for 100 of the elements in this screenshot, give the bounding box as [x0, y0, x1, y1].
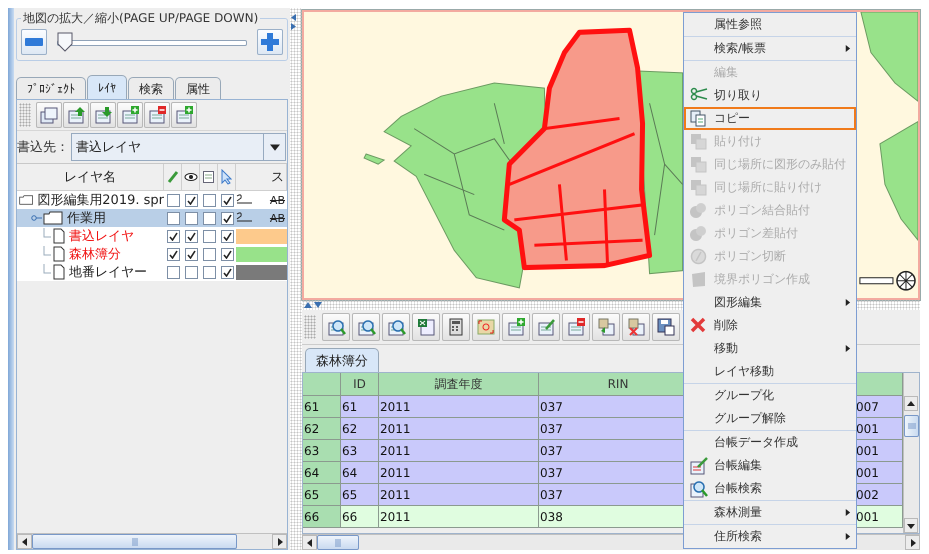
slider-thumb[interactable]: [56, 32, 73, 52]
table-cell: 2011: [379, 396, 539, 418]
checkbox[interactable]: [184, 230, 198, 242]
toolbar-button[interactable]: [144, 102, 170, 128]
checkbox[interactable]: [202, 248, 216, 260]
panel-tab[interactable]: ﾌﾟﾛｼﾞｪｸﾄ: [16, 77, 86, 99]
zoom-out-button[interactable]: [21, 29, 47, 55]
checkbox[interactable]: [184, 194, 198, 206]
toolbar-button[interactable]: [90, 102, 116, 128]
menu-item[interactable]: 検索/帳票: [684, 37, 856, 60]
menu-item[interactable]: コピー: [684, 107, 856, 130]
row-header[interactable]: 64: [303, 462, 341, 484]
panel-tab[interactable]: 属性: [175, 77, 221, 99]
folder-icon: [43, 211, 63, 225]
table-cell: 001: [855, 440, 903, 462]
menu-item[interactable]: 森林測量: [684, 501, 856, 524]
table-cell: 2011: [379, 506, 539, 528]
tree-line-icon: [43, 264, 51, 274]
table-cell: 001: [855, 462, 903, 484]
toolbar-button[interactable]: [502, 313, 530, 341]
checkbox[interactable]: [184, 266, 198, 278]
checkbox[interactable]: [166, 230, 180, 242]
checkbox[interactable]: [202, 194, 216, 206]
submenu-arrow-icon: [844, 299, 851, 306]
toolbar-button[interactable]: [412, 313, 440, 341]
toolbar-grip[interactable]: [304, 315, 316, 339]
scroll-right-icon: [908, 538, 916, 546]
toolbar-button[interactable]: [352, 313, 380, 341]
table-cell: 002: [855, 484, 903, 506]
scroll-thumb[interactable]: [317, 535, 359, 550]
menu-item[interactable]: 削除: [684, 314, 856, 337]
checkbox[interactable]: [220, 230, 234, 242]
tree-line-icon: [43, 228, 51, 238]
toolbar-button[interactable]: [652, 313, 680, 341]
table-cell: 2011: [379, 462, 539, 484]
row-header[interactable]: 66: [303, 506, 341, 528]
toolbar-button[interactable]: [442, 313, 470, 341]
toolbar-button[interactable]: [592, 313, 620, 341]
toolbar-button[interactable]: [117, 102, 143, 128]
pencil-icon: [166, 170, 178, 184]
table-tab[interactable]: 森林簿分: [305, 348, 379, 372]
label-sample: AB: [270, 194, 285, 206]
checkbox[interactable]: [220, 194, 234, 206]
checkbox[interactable]: [220, 248, 234, 260]
collapse-arrows-icon[interactable]: [291, 14, 297, 30]
scroll-thumb[interactable]: [32, 534, 237, 549]
scale-bar: [859, 277, 894, 284]
overlapping-circles-icon: [690, 202, 707, 219]
document-plus-icon: [174, 105, 194, 125]
checkbox[interactable]: [166, 248, 180, 260]
paste-icon: [690, 156, 707, 173]
toolbar-button[interactable]: [322, 313, 350, 341]
toolbar-button[interactable]: [63, 102, 89, 128]
vertical-scrollbar[interactable]: [903, 373, 919, 533]
checkbox[interactable]: [202, 212, 216, 224]
horizontal-scrollbar[interactable]: [17, 533, 287, 549]
label-sample: AB: [270, 212, 285, 224]
scroll-thumb[interactable]: [904, 415, 919, 437]
toolbar-button[interactable]: [382, 313, 410, 341]
menu-item[interactable]: 属性参照: [684, 13, 856, 36]
row-header[interactable]: 63: [303, 440, 341, 462]
table-cell: 62: [341, 418, 379, 440]
collapse-arrows-icon[interactable]: [304, 302, 322, 308]
checkbox[interactable]: [202, 230, 216, 242]
checkbox[interactable]: [166, 266, 180, 278]
toolbar-button[interactable]: [622, 313, 650, 341]
checkbox[interactable]: [184, 248, 198, 260]
menu-item[interactable]: 移動: [684, 337, 856, 360]
row-header[interactable]: 61: [303, 396, 341, 418]
table-cell: 001: [855, 506, 903, 528]
toolbar-button[interactable]: [171, 102, 197, 128]
toolbar-grip[interactable]: [19, 103, 31, 127]
scissors-icon: [690, 87, 708, 101]
menu-item[interactable]: 住所検索: [684, 525, 856, 548]
plus-icon: [261, 33, 279, 51]
checkbox[interactable]: [220, 212, 234, 224]
caret-icon: [270, 142, 280, 152]
checkbox[interactable]: [184, 212, 198, 224]
checkbox[interactable]: [202, 266, 216, 278]
submenu-arrow-icon: [844, 345, 851, 352]
toolbar-button[interactable]: [36, 102, 62, 128]
checkbox[interactable]: [166, 212, 180, 224]
menu-item[interactable]: 切り取り: [684, 84, 856, 107]
zoom-in-button[interactable]: [257, 29, 283, 55]
column-header[interactable]: ID: [341, 373, 379, 396]
menu-item[interactable]: 図形編集: [684, 291, 856, 314]
column-header[interactable]: 調査年度: [379, 373, 539, 396]
checkbox[interactable]: [166, 194, 180, 206]
expand-handle-icon[interactable]: [31, 214, 43, 222]
checkbox[interactable]: [220, 266, 234, 278]
toolbar-button[interactable]: [532, 313, 560, 341]
copy-icon: [690, 110, 706, 127]
panel-tab[interactable]: ﾚｲﾔ: [87, 75, 127, 99]
row-header[interactable]: 65: [303, 484, 341, 506]
write-target-label: 書込先：: [17, 139, 69, 156]
map-target-icon: [476, 317, 496, 337]
row-header[interactable]: 62: [303, 418, 341, 440]
toolbar-button[interactable]: [562, 313, 590, 341]
write-target-dropdown[interactable]: 書込レイヤ: [71, 133, 286, 161]
panel-tab[interactable]: 検索: [128, 77, 174, 99]
